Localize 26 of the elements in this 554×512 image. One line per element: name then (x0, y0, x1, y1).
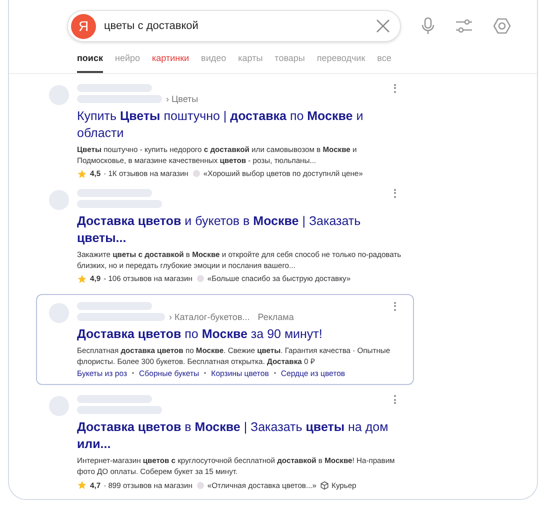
query-text: цветы с доставкой (104, 18, 200, 34)
result-title[interactable]: Доставка цветов по Москве за 90 минут! (77, 326, 407, 342)
more-icon[interactable] (393, 395, 397, 404)
reviewer-icon (197, 482, 204, 489)
ad-label: Реклама (258, 312, 294, 322)
result-title[interactable]: Купить Цветы поштучно | доставка по Москве и области (77, 108, 407, 142)
result-title[interactable]: Доставка цветов в Москве | Заказать цветы на дом или... (77, 419, 407, 454)
star-icon (77, 168, 87, 178)
reviewer-icon (197, 275, 204, 282)
more-icon[interactable] (393, 302, 397, 310)
search-tab[interactable]: картинки (152, 52, 190, 72)
close-icon[interactable] (376, 19, 390, 33)
more-icon[interactable] (393, 188, 397, 198)
box-icon (320, 480, 329, 490)
camera-icon[interactable] (493, 17, 511, 35)
reviewer-icon (193, 170, 200, 177)
microphone-icon[interactable] (421, 17, 435, 35)
star-icon (77, 480, 87, 490)
settings-icon[interactable] (455, 18, 473, 34)
result-title[interactable]: Доставка цветов и букетов в Москве | Заказать цветы... (77, 212, 407, 246)
star-icon (77, 274, 87, 284)
search-tab[interactable]: поиск (77, 52, 103, 72)
breadcrumb[interactable]: › Каталог-букетов... (169, 312, 250, 322)
breadcrumb[interactable]: › Цветы (166, 94, 198, 104)
more-icon[interactable] (393, 84, 397, 92)
search-field[interactable]: Я цветы с доставкой (67, 10, 401, 42)
